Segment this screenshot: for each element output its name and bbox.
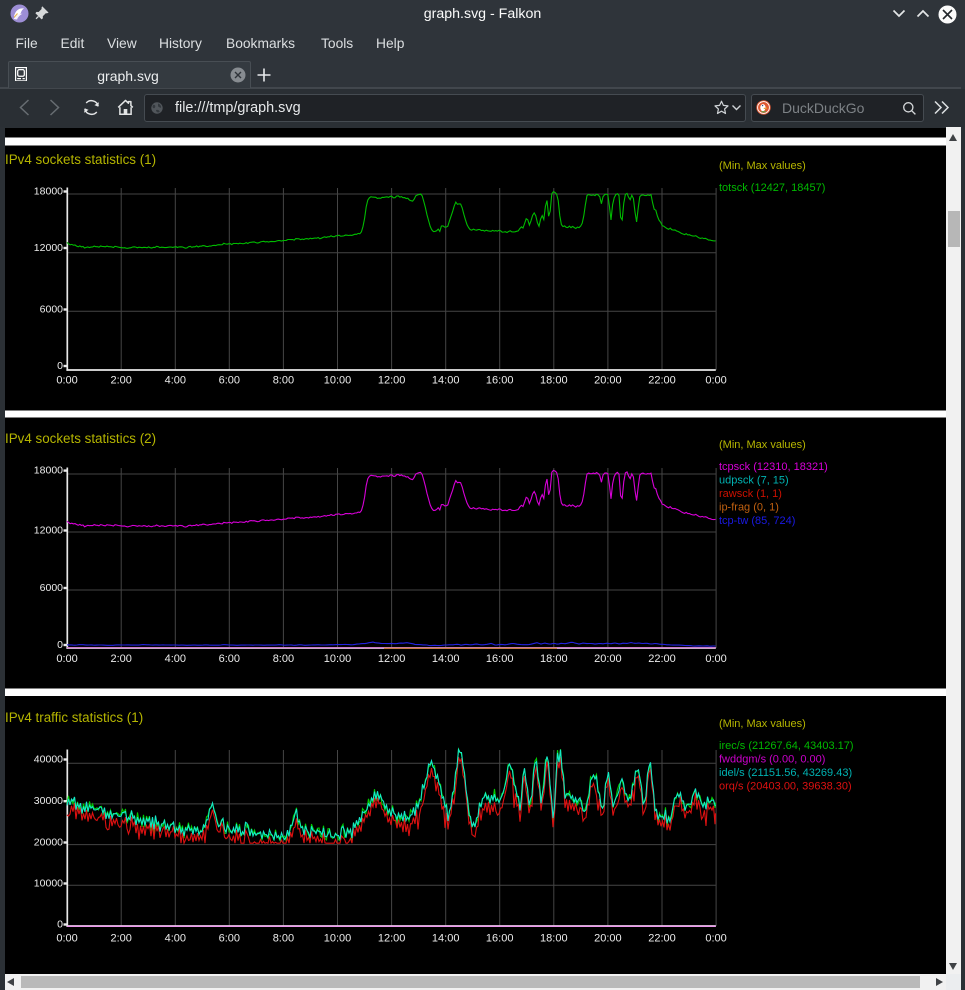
svg-text:4:00: 4:00 <box>165 933 186 945</box>
svg-text:14:00: 14:00 <box>432 933 460 945</box>
svg-text:4:00: 4:00 <box>165 375 186 387</box>
svg-text:totsck (12427, 18457): totsck (12427, 18457) <box>719 182 825 194</box>
svg-text:idel/s (21151.56, 43269.43): idel/s (21151.56, 43269.43) <box>719 767 852 779</box>
svg-text:12:00: 12:00 <box>378 933 406 945</box>
svg-text:2:00: 2:00 <box>110 375 131 387</box>
svg-text:6000: 6000 <box>40 582 64 594</box>
svg-text:14:00: 14:00 <box>432 375 460 387</box>
svg-text:12:00: 12:00 <box>378 653 406 665</box>
svg-text:20:00: 20:00 <box>594 933 622 945</box>
svg-text:10:00: 10:00 <box>324 653 352 665</box>
svg-text:16:00: 16:00 <box>486 375 514 387</box>
svg-text:12000: 12000 <box>34 242 63 254</box>
svg-text:2:00: 2:00 <box>110 653 131 665</box>
svg-text:8:00: 8:00 <box>273 933 294 945</box>
svg-text:0:00: 0:00 <box>56 375 77 387</box>
svg-text:ip-frag (0, 1): ip-frag (0, 1) <box>719 502 779 514</box>
svg-text:IPv4 sockets statistics (1): IPv4 sockets statistics (1) <box>5 152 156 167</box>
svg-text:IPv4 sockets statistics (2): IPv4 sockets statistics (2) <box>5 431 156 446</box>
svg-text:orq/s (20403.00, 39638.30): orq/s (20403.00, 39638.30) <box>719 781 852 793</box>
svg-text:16:00: 16:00 <box>486 653 514 665</box>
svg-text:6:00: 6:00 <box>219 653 240 665</box>
svg-text:8:00: 8:00 <box>273 653 294 665</box>
svg-text:22:00: 22:00 <box>648 933 676 945</box>
svg-text:12000: 12000 <box>34 525 63 537</box>
svg-text:0:00: 0:00 <box>705 933 726 945</box>
svg-text:12:00: 12:00 <box>378 375 406 387</box>
svg-text:irec/s (21267.64, 43403.17): irec/s (21267.64, 43403.17) <box>719 740 854 752</box>
svg-text:18:00: 18:00 <box>540 375 568 387</box>
svg-text:IPv4 traffic statistics (1): IPv4 traffic statistics (1) <box>5 710 143 725</box>
svg-text:20000: 20000 <box>34 837 63 849</box>
svg-text:16:00: 16:00 <box>486 933 514 945</box>
svg-text:20:00: 20:00 <box>594 375 622 387</box>
svg-text:18:00: 18:00 <box>540 653 568 665</box>
svg-text:22:00: 22:00 <box>648 653 676 665</box>
svg-text:10000: 10000 <box>34 878 63 890</box>
svg-text:10:00: 10:00 <box>324 933 352 945</box>
svg-text:tcpsck (12310, 18321): tcpsck (12310, 18321) <box>719 461 828 473</box>
svg-text:0:00: 0:00 <box>705 375 726 387</box>
svg-text:20:00: 20:00 <box>594 653 622 665</box>
svg-text:(Min, Max values): (Min, Max values) <box>719 160 806 172</box>
svg-text:0: 0 <box>57 360 63 372</box>
svg-text:6000: 6000 <box>40 304 64 316</box>
svg-text:4:00: 4:00 <box>165 653 186 665</box>
svg-text:6:00: 6:00 <box>219 375 240 387</box>
svg-text:0:00: 0:00 <box>705 653 726 665</box>
svg-text:fwddgm/s (0.00, 0.00): fwddgm/s (0.00, 0.00) <box>719 754 825 766</box>
svg-text:2:00: 2:00 <box>110 933 131 945</box>
svg-text:14:00: 14:00 <box>432 653 460 665</box>
svg-text:rawsck (1, 1): rawsck (1, 1) <box>719 488 782 500</box>
svg-text:udpsck (7, 15): udpsck (7, 15) <box>719 475 789 487</box>
svg-text:0: 0 <box>57 919 63 931</box>
svg-text:0:00: 0:00 <box>56 653 77 665</box>
svg-text:0: 0 <box>57 639 63 651</box>
svg-text:8:00: 8:00 <box>273 375 294 387</box>
svg-text:10:00: 10:00 <box>324 375 352 387</box>
svg-text:40000: 40000 <box>34 754 63 766</box>
svg-text:(Min, Max values): (Min, Max values) <box>719 718 806 730</box>
svg-text:6:00: 6:00 <box>219 933 240 945</box>
svg-text:(Min, Max values): (Min, Max values) <box>719 439 806 451</box>
svg-text:18000: 18000 <box>34 186 63 198</box>
svg-text:18000: 18000 <box>34 465 63 477</box>
svg-text:22:00: 22:00 <box>648 375 676 387</box>
svg-text:tcp-tw (85, 724): tcp-tw (85, 724) <box>719 515 795 527</box>
svg-text:30000: 30000 <box>34 795 63 807</box>
svg-text:0:00: 0:00 <box>56 933 77 945</box>
svg-text:18:00: 18:00 <box>540 933 568 945</box>
